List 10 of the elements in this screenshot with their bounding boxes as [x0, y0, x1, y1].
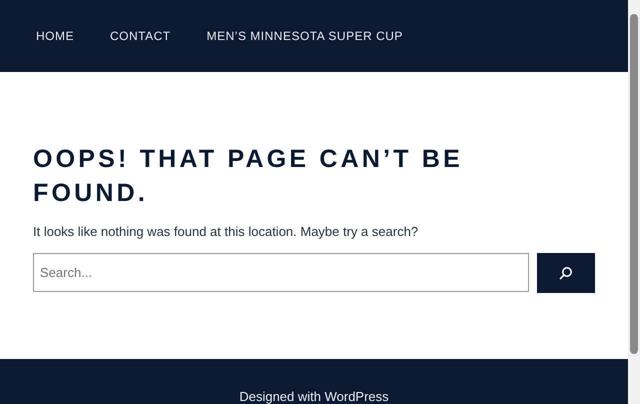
- footer-text: Designed with WordPress: [239, 389, 389, 404]
- nav-link[interactable]: HOME: [36, 29, 74, 43]
- scrollbar[interactable]: [628, 0, 640, 404]
- search-field[interactable]: Search...: [33, 253, 529, 292]
- nav-link[interactable]: CONTACT: [110, 29, 171, 43]
- message-text: It looks like nothing was found at this location. Maybe try a search?: [33, 224, 420, 239]
- search-icon: [559, 266, 573, 280]
- page-title: OOPS! THAT PAGE CAN’T BE FOUND.: [33, 144, 464, 209]
- nav-link[interactable]: MEN’S MINNESOTA SUPER CUP: [206, 29, 403, 43]
- search-button[interactable]: [537, 253, 595, 293]
